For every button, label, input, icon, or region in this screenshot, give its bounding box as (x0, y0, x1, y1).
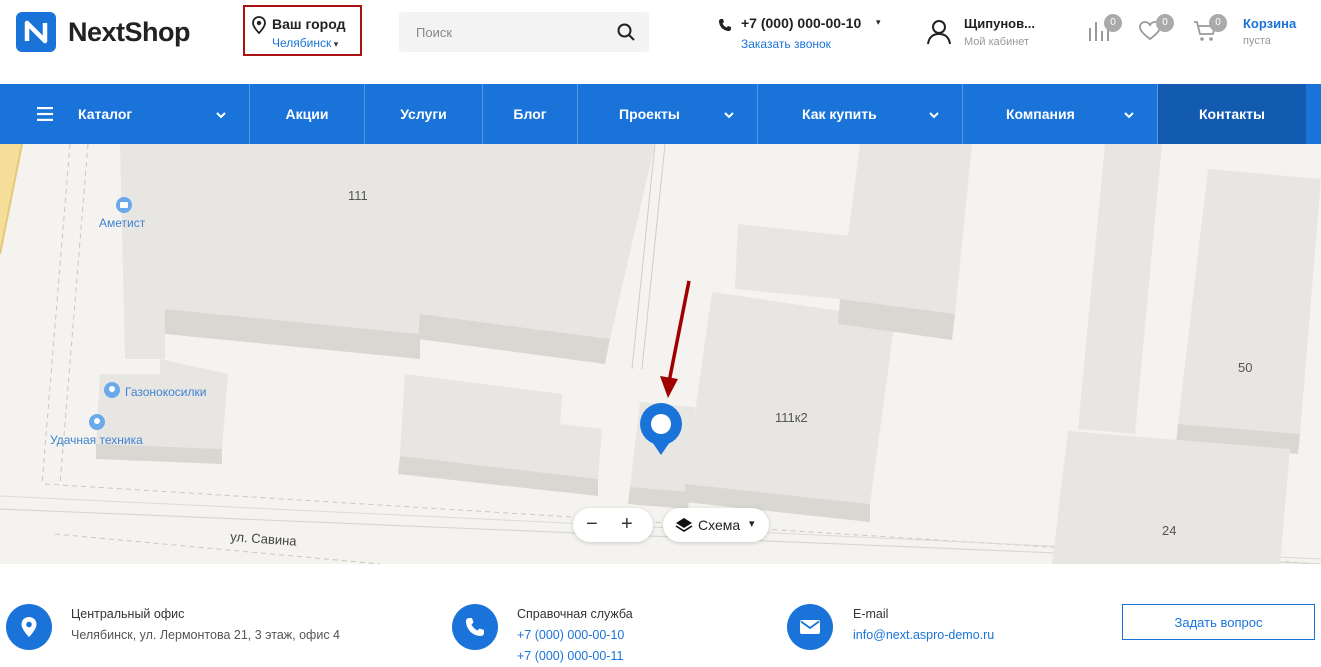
contacts-footer: Центральный офис Челябинск, ул. Лермонто… (0, 564, 1321, 667)
city-value[interactable]: Челябинск (272, 36, 338, 50)
office-label: Центральный офис (71, 607, 185, 621)
chevron-down-icon (216, 112, 226, 119)
menu-icon (37, 107, 53, 121)
arrow-annotation (660, 280, 691, 398)
map-canvas[interactable]: 111 111к2 50 24 ул. Савина Аметист Газон… (0, 144, 1321, 564)
cart-block[interactable]: Корзина пуста (1243, 16, 1296, 47)
poi-udachnaya-label: Удачная техника (50, 433, 143, 447)
nav-contacts-label: Контакты (1198, 106, 1265, 122)
chevron-down-icon (1124, 112, 1134, 119)
zoom-out-button[interactable]: − (586, 513, 598, 536)
map-label-24: 24 (1162, 523, 1176, 538)
nav-projects[interactable]: Проекты (578, 84, 758, 144)
map-buildings (96, 144, 1321, 564)
account-name: Щипунов... (964, 16, 1035, 31)
location-pin-icon (252, 16, 266, 34)
phone-icon (452, 604, 498, 650)
cart-badge: 0 (1209, 14, 1227, 32)
phone-icon (719, 19, 731, 31)
search-placeholder: Поиск (416, 25, 453, 40)
zoom-control: − + (573, 508, 653, 542)
nav-company[interactable]: Компания (963, 84, 1158, 144)
help-phone-1[interactable]: +7 (000) 000-00-10 (517, 625, 633, 646)
layers-icon (675, 518, 693, 532)
nav-sales-label: Акции (285, 106, 329, 122)
email-link[interactable]: info@next.aspro-demo.ru (853, 625, 994, 646)
chevron-down-icon: ▾ (749, 518, 755, 530)
nav-catalog[interactable]: Каталог (0, 84, 250, 144)
logo[interactable]: NextShop (16, 12, 191, 52)
map-label-50: 50 (1238, 360, 1252, 375)
nav-catalog-label: Каталог (78, 106, 133, 122)
search-icon[interactable] (617, 23, 635, 41)
nav-services-label: Услуги (400, 106, 447, 122)
help-label: Справочная служба (517, 607, 633, 621)
office-icon (6, 604, 52, 650)
ask-question-button[interactable]: Задать вопрос (1122, 604, 1315, 640)
map-layer-label: Схема (698, 517, 741, 533)
city-title: Ваш город (272, 16, 346, 32)
help-phone-2[interactable]: +7 (000) 000-00-11 (517, 646, 633, 667)
city-selector[interactable]: Ваш город Челябинск (243, 5, 362, 56)
phone-dropdown-icon[interactable]: ▾ (876, 17, 881, 28)
email-label: E-mail (853, 607, 889, 621)
nav-how-to-buy-label: Как купить (802, 106, 877, 122)
cart-title: Корзина (1243, 16, 1297, 31)
zoom-in-button[interactable]: + (621, 513, 633, 536)
cart-status: пуста (1243, 35, 1271, 47)
poi-gazonokosilki-label: Газонокосилки (125, 385, 206, 399)
mail-icon (787, 604, 833, 650)
callback-link[interactable]: Заказать звонок (741, 37, 831, 51)
chevron-down-icon (724, 112, 734, 119)
user-icon (927, 20, 951, 45)
nav-how-to-buy[interactable]: Как купить (758, 84, 963, 144)
nav-blog-label: Блог (513, 106, 547, 122)
map-street-label: ул. Савина (230, 529, 298, 549)
main-nav: Каталог Акции Услуги Блог Проекты Как ку… (0, 84, 1321, 144)
nav-sales[interactable]: Акции (250, 84, 365, 144)
compare-badge: 0 (1104, 14, 1122, 32)
chevron-down-icon (929, 112, 939, 119)
logo-text: NextShop (68, 16, 191, 47)
nav-blog[interactable]: Блог (483, 84, 578, 144)
nav-services[interactable]: Услуги (365, 84, 483, 144)
favorites-badge: 0 (1156, 14, 1174, 32)
map-label-111k2: 111к2 (775, 410, 808, 425)
nav-company-label: Компания (1006, 106, 1075, 122)
map[interactable]: 111 111к2 50 24 ул. Савина Аметист Газон… (0, 144, 1321, 564)
map-label-111: 111 (348, 188, 368, 203)
header-phone[interactable]: +7 (000) 000-00-10 (741, 15, 861, 31)
nav-contacts[interactable]: Контакты (1158, 84, 1306, 144)
poi-ametist-label: Аметист (99, 216, 146, 230)
nav-projects-label: Проекты (619, 106, 680, 122)
map-layer-button[interactable]: Схема ▾ (663, 508, 769, 542)
header: NextShop Ваш город Челябинск Поиск +7 (0… (0, 0, 1321, 84)
office-address: Челябинск, ул. Лермонтова 21, 3 этаж, оф… (71, 628, 340, 642)
logo-icon (16, 12, 56, 52)
search-input[interactable]: Поиск (399, 12, 649, 52)
account-label: Мой кабинет (964, 36, 1030, 48)
